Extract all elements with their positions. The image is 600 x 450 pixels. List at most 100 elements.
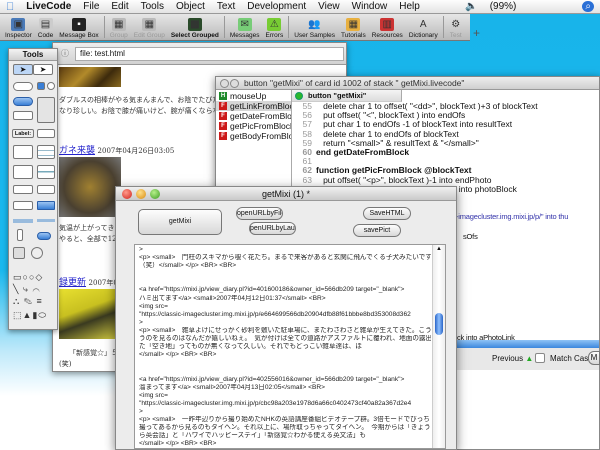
scrollbar-tool[interactable] xyxy=(13,219,33,223)
button-tool[interactable] xyxy=(13,82,33,91)
volume-icon[interactable]: 🔈 xyxy=(459,1,483,12)
table-field-tool[interactable] xyxy=(37,145,55,159)
toolbar-select-grouped-button[interactable]: ▩ Select Grouped xyxy=(168,18,222,40)
radio-tool[interactable] xyxy=(47,82,55,90)
toolbar-inspector-button[interactable]: ▣ Inspector xyxy=(2,18,35,40)
entry-link[interactable]: ガネ来襲 xyxy=(59,146,95,156)
spotlight-icon[interactable]: ⌕ xyxy=(582,1,594,12)
apple-icon[interactable]:  xyxy=(0,1,20,13)
toolbar-label: Dictionary xyxy=(408,32,438,39)
toolbar-code-button[interactable]: ▤ Code xyxy=(35,18,57,40)
handler-item[interactable]: FgetDateFromBlock xyxy=(216,111,291,121)
menu-window[interactable]: Window xyxy=(346,1,394,12)
minimize-button[interactable] xyxy=(230,79,239,88)
save-html-button[interactable]: SaveHTML xyxy=(363,207,411,220)
list-field-tool[interactable] xyxy=(13,165,33,179)
checkbox-tool[interactable] xyxy=(37,82,45,90)
code-fragment: -imagecluster.img.mixi.jp/p/" into thu xyxy=(456,212,569,221)
info-icon[interactable]: ⓘ xyxy=(61,48,69,59)
toolbar-dictionary-button[interactable]: A Dictionary xyxy=(406,18,441,40)
handler-item[interactable]: FgetPicFromBlock xyxy=(216,121,291,131)
handler-item[interactable]: FgetBodyFromBlock xyxy=(216,131,291,141)
dictionary-icon: A xyxy=(419,19,427,30)
popup-menu-tool[interactable] xyxy=(13,201,33,210)
open-url-by-file-button[interactable]: openURLbyFile xyxy=(236,207,283,220)
open-url-by-launch-button[interactable]: penURLbyLaunc xyxy=(249,222,296,235)
graphic-tools[interactable]: ▭○○◇ ╲ ⤷ ⌒ ⛬ ✎ ≡ xyxy=(13,271,43,307)
default-button-tool[interactable] xyxy=(13,97,33,106)
window-title: getMixi (1) * xyxy=(116,187,456,201)
code-text: end getDateFromBlock xyxy=(316,146,410,157)
toolbar-resources-button[interactable]: ▥ Resources xyxy=(369,18,406,40)
address-field[interactable]: file: test.html xyxy=(75,47,344,61)
label-tool[interactable]: Label: xyxy=(12,129,34,138)
toolbar-separator xyxy=(442,16,444,38)
minimize-button[interactable] xyxy=(136,189,146,199)
little-arrows-tool[interactable] xyxy=(17,229,23,241)
toolbar-test-button[interactable]: ⚙ Test xyxy=(446,18,466,40)
previous-button[interactable]: Previous ▲ xyxy=(492,354,533,363)
toolbar-messages-button[interactable]: ✉ Messages xyxy=(227,18,263,40)
books-icon: ▥ xyxy=(380,18,395,31)
menu-help[interactable]: Help xyxy=(393,1,426,12)
entry-link[interactable]: 録更新 xyxy=(59,278,86,288)
toolbar-message-box-button[interactable]: ▪ Message Box xyxy=(56,18,101,40)
close-button[interactable] xyxy=(122,189,132,199)
code-editor[interactable]: 55 delete char 1 to offset( "<dd>", bloc… xyxy=(292,101,592,194)
player-tool[interactable] xyxy=(31,247,43,259)
toolbar-edit-group-button[interactable]: ▦ Edit Group xyxy=(131,18,168,40)
match-case-checkbox[interactable] xyxy=(535,353,545,363)
getmixi-button[interactable]: getMixi xyxy=(138,209,222,235)
select-grouped-icon: ▩ xyxy=(187,18,202,31)
envelope-icon: ✉ xyxy=(237,18,252,31)
script-icon: ▤ xyxy=(38,18,53,31)
image-tool[interactable] xyxy=(13,247,25,259)
combo-box-tool[interactable] xyxy=(37,185,55,194)
save-pict-button[interactable]: savePict xyxy=(353,224,401,237)
handler-type-icon: F xyxy=(219,132,227,140)
menu-text[interactable]: Text xyxy=(211,1,241,12)
toolbar-tutorials-button[interactable]: ▦ Tutorials xyxy=(338,18,369,40)
scrolling-field-tool[interactable] xyxy=(13,145,33,159)
paint-tools[interactable]: ⬚▲▮⬭ xyxy=(13,309,47,321)
handler-item[interactable]: HmouseUp xyxy=(216,91,291,101)
more-button[interactable]: M xyxy=(588,351,600,365)
field-tool[interactable] xyxy=(37,129,55,138)
add-tab-button[interactable]: + xyxy=(473,26,480,40)
tab-panel-tool[interactable] xyxy=(37,97,55,123)
scrolling-list-tool[interactable] xyxy=(37,165,55,179)
pulldown-menu-tool[interactable] xyxy=(37,201,55,210)
menu-file[interactable]: File xyxy=(77,1,105,12)
browse-tool[interactable]: ➤ xyxy=(13,64,33,75)
rectangle-button-tool[interactable] xyxy=(13,111,33,120)
menu-tools[interactable]: Tools xyxy=(135,1,170,12)
handler-item[interactable]: FgetLinkFromBlock xyxy=(216,101,291,111)
option-menu-tool[interactable] xyxy=(13,185,33,194)
pointer-tool[interactable]: ➤ xyxy=(33,64,53,75)
progress-bar-tool[interactable] xyxy=(37,232,51,240)
output-line: 溜まってます</a> <small>2007年04月13日02:05</smal… xyxy=(139,383,325,391)
html-output-field[interactable]: > <p> <small> 門柱のスキマから覗く花たち。まるで来客があると玄関に飛… xyxy=(134,244,446,449)
output-line: </small> </p> <BR> <BR> xyxy=(139,351,217,359)
menu-object[interactable]: Object xyxy=(170,1,211,12)
scroll-thumb[interactable] xyxy=(435,313,443,335)
menu-livecode[interactable]: LiveCode xyxy=(20,1,77,12)
output-line: "https://classic-imagecluster.img.mixi.j… xyxy=(139,310,411,318)
zoom-button[interactable] xyxy=(150,189,160,199)
battery-status[interactable]: (99%) xyxy=(484,1,523,12)
scroll-up-arrow[interactable]: ▲ xyxy=(436,246,442,252)
toolbar-user-samples-button[interactable]: 👥 User Samples xyxy=(291,18,338,40)
menu-view[interactable]: View xyxy=(312,1,346,12)
close-button[interactable] xyxy=(220,79,229,88)
handler-type-icon: H xyxy=(219,92,227,100)
toolbar-group-button[interactable]: ▦ Group xyxy=(107,18,131,40)
toolbar-errors-button[interactable]: ⚠ Errors xyxy=(263,18,287,40)
output-line: <img src= xyxy=(139,302,168,310)
vertical-scrollbar[interactable]: ▲ xyxy=(432,245,445,448)
menu-development[interactable]: Development xyxy=(241,1,312,12)
slider-tool[interactable] xyxy=(37,219,55,222)
menu-edit[interactable]: Edit xyxy=(105,1,134,12)
toolbar-label: Messages xyxy=(229,32,260,39)
